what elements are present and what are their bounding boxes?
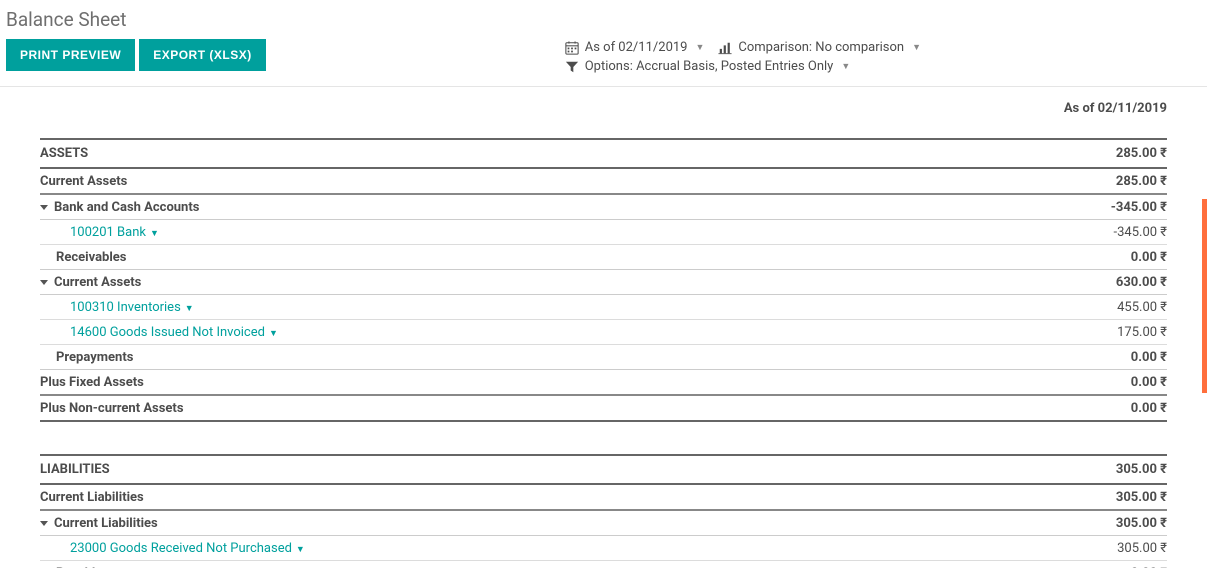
inventories-row: 100310 Inventories▼ 455.00 ₹ [40, 295, 1167, 320]
current-assets-row: Current Assets 285.00 ₹ [40, 169, 1167, 195]
print-preview-button[interactable]: PRINT PREVIEW [6, 39, 135, 71]
goods-received-row: 23000 Goods Received Not Purchased▼ 305.… [40, 536, 1167, 561]
current-assets-sub-value: 630.00 ₹ [1116, 275, 1167, 290]
current-assets-label: Current Assets [40, 174, 127, 189]
caret-down-icon: ▼ [296, 545, 305, 555]
bank-account-link[interactable]: 100201 Bank▼ [70, 225, 159, 240]
bank-account-value: -345.00 ₹ [1114, 225, 1168, 240]
goods-issued-row: 14600 Goods Issued Not Invoiced▼ 175.00 … [40, 320, 1167, 345]
comparison-label: Comparison: No comparison [738, 40, 904, 55]
assets-label: ASSETS [40, 146, 88, 161]
as-of-label: As of 02/11/2019 [585, 40, 688, 55]
non-current-assets-label: Plus Non-current Assets [40, 401, 184, 416]
caret-down-icon: ▼ [841, 61, 850, 72]
export-xlsx-button[interactable]: EXPORT (XLSX) [139, 39, 266, 71]
report-date-header: As of 02/11/2019 [40, 93, 1167, 138]
caret-down-icon [40, 205, 48, 210]
filters: As of 02/11/2019 ▼ Comparison: No compar… [565, 39, 1201, 74]
bank-cash-label: Bank and Cash Accounts [54, 200, 199, 215]
current-assets-sub-label: Current Assets [54, 275, 141, 290]
bank-cash-value: -345.00 ₹ [1111, 200, 1167, 215]
liabilities-row: LIABILITIES 305.00 ₹ [40, 454, 1167, 485]
receivables-row: Receivables 0.00 ₹ [40, 245, 1167, 270]
receivables-label: Receivables [56, 250, 126, 265]
current-liabilities-sub-value: 305.00 ₹ [1116, 516, 1167, 531]
fixed-assets-value: 0.00 ₹ [1131, 375, 1167, 390]
prepayments-label: Prepayments [56, 350, 133, 365]
non-current-assets-row: Plus Non-current Assets 0.00 ₹ [40, 396, 1167, 422]
payables-label: Payables [56, 566, 109, 569]
receivables-value: 0.00 ₹ [1131, 250, 1167, 265]
header-row: PRINT PREVIEW EXPORT (XLSX) As of 02/11/… [6, 39, 1201, 74]
current-liabilities-value: 305.00 ₹ [1116, 490, 1167, 505]
goods-issued-value: 175.00 ₹ [1117, 325, 1167, 340]
current-liabilities-sub-row[interactable]: Current Liabilities 305.00 ₹ [40, 511, 1167, 536]
goods-received-value: 305.00 ₹ [1117, 541, 1167, 556]
assets-row: ASSETS 285.00 ₹ [40, 138, 1167, 169]
options-label: Options: Accrual Basis, Posted Entries O… [585, 59, 834, 74]
options-filter[interactable]: Options: Accrual Basis, Posted Entries O… [565, 59, 851, 74]
inventories-link[interactable]: 100310 Inventories▼ [70, 300, 194, 315]
non-current-assets-value: 0.00 ₹ [1131, 401, 1167, 416]
filter-icon [565, 60, 579, 74]
report-area[interactable]: As of 02/11/2019 ASSETS 285.00 ₹ Current… [0, 87, 1207, 568]
liabilities-value: 305.00 ₹ [1116, 462, 1167, 477]
current-assets-value: 285.00 ₹ [1116, 174, 1167, 189]
caret-down-icon: ▼ [150, 229, 159, 239]
caret-down-icon: ▼ [695, 42, 704, 53]
bar-chart-icon [718, 41, 732, 55]
current-liabilities-row: Current Liabilities 305.00 ₹ [40, 485, 1167, 511]
prepayments-value: 0.00 ₹ [1131, 350, 1167, 365]
current-assets-sub-row[interactable]: Current Assets 630.00 ₹ [40, 270, 1167, 295]
caret-down-icon [40, 280, 48, 285]
current-liabilities-label: Current Liabilities [40, 490, 144, 505]
calendar-icon [565, 41, 579, 55]
comparison-filter[interactable]: Comparison: No comparison ▼ [718, 40, 921, 55]
payables-row: Payables 0.00 ₹ [40, 561, 1167, 568]
bank-cash-row[interactable]: Bank and Cash Accounts -345.00 ₹ [40, 195, 1167, 220]
caret-down-icon: ▼ [185, 304, 194, 314]
as-of-filter[interactable]: As of 02/11/2019 ▼ [565, 40, 705, 55]
goods-issued-link[interactable]: 14600 Goods Issued Not Invoiced▼ [70, 325, 278, 340]
page-title: Balance Sheet [6, 8, 1201, 31]
assets-value: 285.00 ₹ [1116, 146, 1167, 161]
section-gap [40, 422, 1167, 454]
caret-down-icon [40, 521, 48, 526]
caret-down-icon: ▼ [269, 329, 278, 339]
button-group: PRINT PREVIEW EXPORT (XLSX) [6, 39, 266, 71]
scroll-indicator[interactable] [1202, 199, 1207, 393]
payables-value: 0.00 ₹ [1131, 566, 1167, 569]
fixed-assets-label: Plus Fixed Assets [40, 375, 144, 390]
header: Balance Sheet PRINT PREVIEW EXPORT (XLSX… [0, 0, 1207, 87]
filter-row-1: As of 02/11/2019 ▼ Comparison: No compar… [565, 40, 921, 55]
filter-row-2: Options: Accrual Basis, Posted Entries O… [565, 59, 851, 74]
current-liabilities-sub-label: Current Liabilities [54, 516, 158, 531]
caret-down-icon: ▼ [912, 42, 921, 53]
fixed-assets-row: Plus Fixed Assets 0.00 ₹ [40, 370, 1167, 396]
prepayments-row: Prepayments 0.00 ₹ [40, 345, 1167, 370]
liabilities-label: LIABILITIES [40, 462, 110, 477]
goods-received-link[interactable]: 23000 Goods Received Not Purchased▼ [70, 541, 305, 556]
bank-account-row: 100201 Bank▼ -345.00 ₹ [40, 220, 1167, 245]
inventories-value: 455.00 ₹ [1117, 300, 1167, 315]
